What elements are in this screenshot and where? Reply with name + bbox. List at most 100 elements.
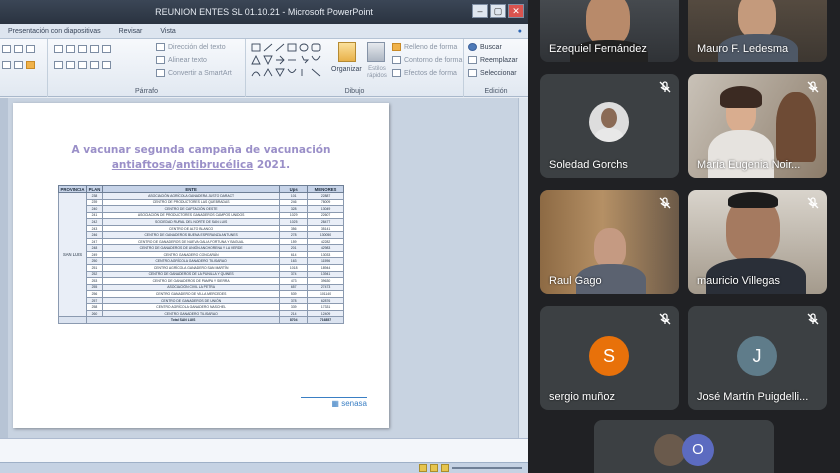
shared-screen: REUNION ENTES SL 01.10.21 - Microsoft Po…: [0, 0, 528, 473]
zoom-controls[interactable]: [419, 464, 522, 472]
background-object: [776, 92, 816, 162]
meet-window: REUNION ENTES SL 01.10.21 - Microsoft Po…: [0, 0, 840, 473]
avatar: [589, 102, 629, 142]
thumbnail-strip[interactable]: [0, 98, 8, 438]
select-button[interactable]: Seleccionar: [468, 69, 517, 77]
participant-tile[interactable]: J José Martín Puigdelli...: [688, 306, 827, 410]
mic-off-icon: [807, 197, 819, 209]
col-ups: Ups: [279, 185, 309, 193]
columns-icon[interactable]: [102, 61, 111, 69]
align-right-icon[interactable]: [78, 61, 87, 69]
slide-title: A vacunar segunda campaña de vacunación …: [13, 143, 389, 173]
participant-tile-self[interactable]: O: [594, 420, 774, 473]
tab-view[interactable]: Vista: [160, 24, 175, 38]
paragraph-group: Dirección del texto Alinear texto Conver…: [48, 39, 246, 97]
line-spacing-icon[interactable]: [102, 45, 111, 53]
normal-view-icon[interactable]: [419, 464, 427, 472]
col-ente: ENTE: [101, 185, 281, 193]
shrink-font-icon[interactable]: [26, 45, 35, 53]
shapes-gallery[interactable]: [250, 42, 324, 82]
participant-face: [738, 0, 776, 38]
participant-tile[interactable]: María Eugenia Noir...: [688, 74, 827, 178]
shape-effects-button[interactable]: Efectos de forma: [392, 69, 457, 77]
mic-off-icon: [659, 197, 671, 209]
tab-review[interactable]: Revisar: [119, 24, 143, 38]
replace-icon: [468, 56, 477, 64]
drawing-group: Organizar Estilos rápidos Relleno de for…: [246, 39, 464, 97]
organize-icon: [338, 42, 356, 62]
participant-name: Raul Gago: [549, 275, 602, 287]
close-button[interactable]: ✕: [508, 4, 524, 18]
shape-outline-button[interactable]: Contorno de forma: [392, 56, 462, 64]
tab-slideshow[interactable]: Presentación con diapositivas: [8, 24, 101, 38]
zoom-slider[interactable]: [452, 467, 522, 469]
title-word-antiaftosa: antiaftosa: [111, 159, 173, 171]
col-provincia: PROVINCIA: [58, 185, 87, 193]
align-center-icon[interactable]: [66, 61, 75, 69]
font-color-icon[interactable]: [26, 61, 35, 69]
bullets-icon[interactable]: [54, 45, 63, 53]
numbering-icon[interactable]: [66, 45, 75, 53]
participant-tile[interactable]: Soledad Gorchs: [540, 74, 679, 178]
window-title: REUNION ENTES SL 01.10.21 - Microsoft Po…: [155, 7, 373, 17]
participant-name: María Eugenia Noir...: [697, 159, 801, 171]
shadow-icon[interactable]: [2, 61, 11, 69]
search-button[interactable]: Buscar: [468, 43, 502, 51]
font-size-icon[interactable]: [2, 45, 11, 53]
editing-group: Buscar Reemplazar Seleccionar Edición: [464, 39, 528, 97]
shape-fill-button[interactable]: Relleno de forma: [392, 43, 457, 51]
minimize-button[interactable]: –: [472, 4, 488, 18]
powerpoint-titlebar: REUNION ENTES SL 01.10.21 - Microsoft Po…: [0, 0, 528, 24]
participant-hair: [728, 192, 778, 208]
drawing-label: Dibujo: [344, 88, 365, 95]
participant-name: Mauro F. Ledesma: [697, 43, 789, 55]
col-menores: MENORES: [307, 185, 344, 193]
senasa-logo: ▦ senasa: [331, 399, 367, 408]
justify-icon[interactable]: [90, 61, 99, 69]
slide-title-line2: antiaftosa/antibrucélica 2021.: [111, 159, 291, 171]
slide[interactable]: A vacunar segunda campaña de vacunación …: [13, 103, 389, 428]
total-blank-cell: [58, 316, 87, 324]
total-ups: 8704: [279, 316, 309, 324]
mic-off-icon: [807, 81, 819, 93]
participant-face: [594, 228, 626, 268]
participant-hair: [720, 86, 762, 108]
avatar: O: [682, 434, 714, 466]
notes-pane[interactable]: [0, 438, 528, 462]
spacing-icon[interactable]: [14, 61, 23, 69]
participant-tile[interactable]: Raul Gago: [540, 190, 679, 294]
participant-tile[interactable]: Ezequiel Fernández: [540, 0, 679, 62]
table-header-row: PROVINCIA PLAN ENTE Ups MENORES: [58, 185, 344, 193]
ribbon: Dirección del texto Alinear texto Conver…: [0, 39, 528, 97]
mic-off-icon: [807, 313, 819, 325]
province-cell: SAN LUIS: [58, 191, 87, 318]
replace-button[interactable]: Reemplazar: [468, 56, 518, 64]
title-word-antibrucelica: antibrucélica: [176, 159, 254, 171]
paragraph-label: Párrafo: [135, 88, 158, 95]
participant-tile[interactable]: S sergio muñoz: [540, 306, 679, 410]
align-text-button[interactable]: Alinear texto: [156, 56, 207, 64]
participant-name: José Martín Puigdelli...: [697, 391, 809, 403]
grow-font-icon[interactable]: [14, 45, 23, 53]
slide-title-line1: A vacunar segunda campaña de vacunación: [71, 144, 331, 156]
help-icon[interactable]: ●: [518, 24, 522, 38]
status-bar: [0, 462, 528, 473]
edit-label: Edición: [484, 88, 508, 95]
maximize-button[interactable]: ▢: [490, 4, 506, 18]
align-left-icon[interactable]: [54, 61, 63, 69]
participant-name: Soledad Gorchs: [549, 159, 628, 171]
text-direction-button[interactable]: Dirección del texto: [156, 43, 226, 51]
search-icon: [468, 43, 477, 51]
participant-tile[interactable]: Mauro F. Ledesma: [688, 0, 827, 62]
font-group: [0, 39, 48, 97]
reading-view-icon[interactable]: [441, 464, 449, 472]
total-menores: 716857: [307, 316, 344, 324]
vertical-scrollbar[interactable]: [518, 98, 528, 438]
total-label: Total SAN LUIS: [85, 316, 281, 324]
participant-tile[interactable]: mauricio Villegas: [688, 190, 827, 294]
smartart-button[interactable]: Convertir a SmartArt: [156, 69, 232, 77]
decrease-indent-icon[interactable]: [78, 45, 87, 53]
sorter-view-icon[interactable]: [430, 464, 438, 472]
mic-off-icon: [659, 313, 671, 325]
increase-indent-icon[interactable]: [90, 45, 99, 53]
